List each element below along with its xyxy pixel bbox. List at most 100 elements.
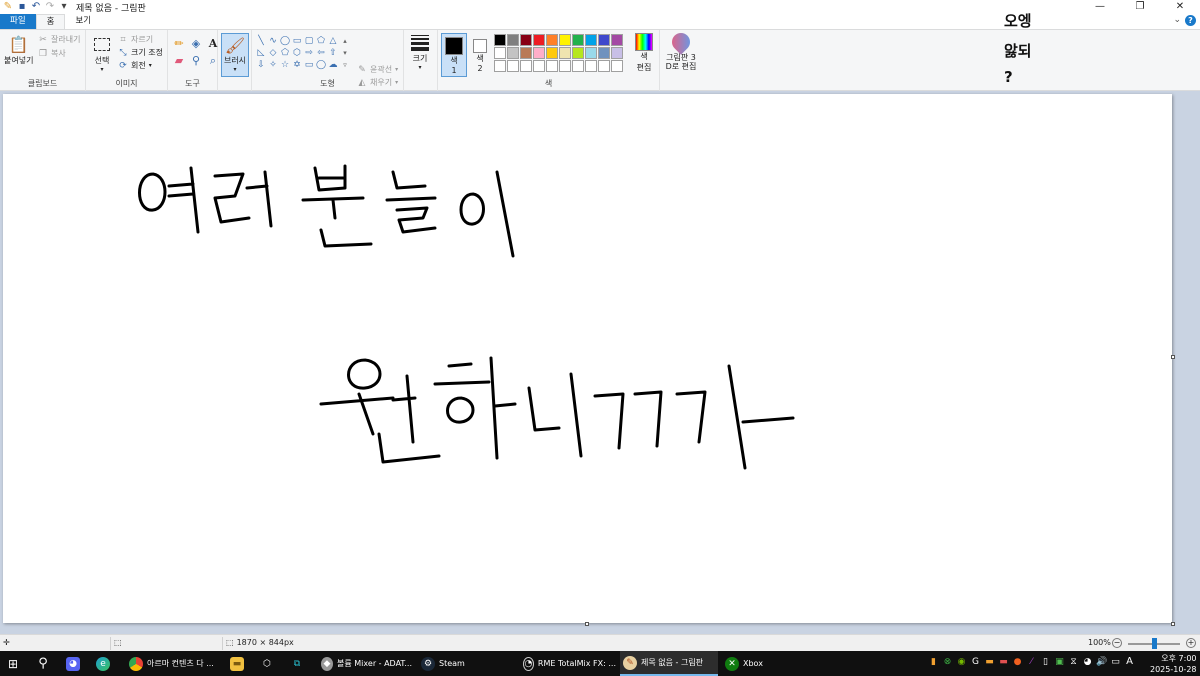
taskbar-volume-mixer[interactable]: ◆ 볼륨 Mixer - ADAT... <box>318 651 412 676</box>
start-button[interactable]: ⊞ <box>6 651 20 676</box>
search-button[interactable]: ⚲ <box>36 651 50 676</box>
hexagon-shape-icon[interactable]: ⬡ <box>292 48 302 58</box>
palette-swatch[interactable] <box>598 47 610 59</box>
tray-xbox-icon[interactable]: ⊗ <box>942 656 953 668</box>
callout-cloud-shape-icon[interactable]: ☁ <box>328 60 338 70</box>
palette-swatch[interactable] <box>585 60 597 72</box>
minimize-button[interactable]: — <box>1080 0 1120 14</box>
size-button[interactable]: 크기 ▾ <box>409 35 431 71</box>
zoom-in-button[interactable]: + <box>1186 638 1196 648</box>
taskbar-chrome[interactable]: 아르마 컨텐츠 다 ... <box>126 651 220 676</box>
outline-button[interactable]: ✎ 윤곽선 ▾ <box>357 64 398 75</box>
palette-swatch[interactable] <box>611 34 623 46</box>
curve-shape-icon[interactable]: ∿ <box>268 36 278 46</box>
palette-swatch[interactable] <box>559 34 571 46</box>
save-icon[interactable]: ▪ <box>16 1 28 13</box>
palette-swatch[interactable] <box>520 34 532 46</box>
palette-swatch[interactable] <box>598 34 610 46</box>
palette-swatch[interactable] <box>494 34 506 46</box>
more-shapes-icon[interactable]: ▿ <box>340 60 350 70</box>
tab-view[interactable]: 보기 <box>65 14 101 29</box>
palette-swatch[interactable] <box>585 47 597 59</box>
undo-icon[interactable]: ↶ <box>30 1 42 13</box>
taskbar-steam[interactable]: ⚙ Steam <box>418 651 512 676</box>
arrow-left-shape-icon[interactable]: ⇦ <box>316 48 326 58</box>
palette-swatch[interactable] <box>585 34 597 46</box>
tray-g-icon[interactable]: G <box>970 656 981 668</box>
crop-button[interactable]: ⌗ 자르기 <box>118 34 153 45</box>
palette-swatch[interactable] <box>559 47 571 59</box>
line-shape-icon[interactable]: ╲ <box>256 36 266 46</box>
resize-handle-right[interactable] <box>1171 355 1175 359</box>
redo-icon[interactable]: ↷ <box>44 1 56 13</box>
taskbar-app-cube[interactable]: ⬡ <box>260 651 274 676</box>
tray-flag-icon[interactable]: ▬ <box>984 656 995 668</box>
taskbar-app-teal[interactable]: ⧉ <box>290 651 304 676</box>
tray-pen-icon[interactable]: ⁄ <box>1026 656 1037 668</box>
four-point-star-shape-icon[interactable]: ✧ <box>268 60 278 70</box>
tray-green-box-icon[interactable]: ▣ <box>1054 656 1065 668</box>
pentagon-shape-icon[interactable]: ⬠ <box>280 48 290 58</box>
arrow-down-shape-icon[interactable]: ⇩ <box>256 60 266 70</box>
customize-quick-access[interactable]: ▾ <box>58 1 70 13</box>
tray-ime-indicator[interactable]: A <box>1124 656 1135 668</box>
callout-rect-shape-icon[interactable]: ▭ <box>304 60 314 70</box>
palette-swatch[interactable] <box>520 47 532 59</box>
rotate-button[interactable]: ⟳ 회전 ▾ <box>118 60 152 71</box>
palette-swatch[interactable] <box>494 47 506 59</box>
arrow-right-shape-icon[interactable]: ⇨ <box>304 48 314 58</box>
resize-handle-bottom[interactable] <box>585 622 589 626</box>
palette-swatch[interactable] <box>507 47 519 59</box>
taskbar-discord[interactable]: ◕ <box>66 651 80 676</box>
close-button[interactable]: ✕ <box>1160 0 1200 14</box>
rounded-rectangle-shape-icon[interactable]: ▢ <box>304 36 314 46</box>
restore-button[interactable]: ❐ <box>1120 0 1160 14</box>
palette-swatch[interactable] <box>507 60 519 72</box>
taskbar-clock[interactable]: 오후 7:00 2025-10-28 <box>1150 653 1197 675</box>
help-icon[interactable]: ? <box>1185 15 1196 26</box>
tray-orange-icon[interactable]: ● <box>1012 656 1023 668</box>
drawing-canvas[interactable] <box>3 94 1172 623</box>
cut-button[interactable]: ✂ 잘라내기 <box>38 34 80 45</box>
diamond-shape-icon[interactable]: ◇ <box>268 48 278 58</box>
zoom-out-button[interactable]: − <box>1112 638 1122 648</box>
color-picker-icon[interactable]: ⚲ <box>189 55 203 67</box>
palette-swatch[interactable] <box>546 34 558 46</box>
palette-swatch[interactable] <box>546 60 558 72</box>
oval-shape-icon[interactable]: ◯ <box>280 36 290 46</box>
palette-swatch[interactable] <box>611 60 623 72</box>
palette-swatch[interactable] <box>546 47 558 59</box>
palette-swatch[interactable] <box>533 47 545 59</box>
tray-usb-icon[interactable]: ▯ <box>1040 656 1051 668</box>
tab-home[interactable]: 홈 <box>35 14 66 29</box>
brushes-button[interactable]: 🖌 브러시 ▾ <box>221 33 249 77</box>
tray-app-icon[interactable]: ▮ <box>928 656 939 668</box>
triangle-shape-icon[interactable]: △ <box>328 36 338 46</box>
taskbar-xbox[interactable]: ✕ Xbox <box>722 651 802 676</box>
resize-handle-corner[interactable] <box>1171 622 1175 626</box>
tray-color-icon[interactable]: ▬ <box>998 656 1009 668</box>
tray-volume-icon[interactable]: 🔊 <box>1096 656 1107 668</box>
tray-steam-icon[interactable]: ◕ <box>1082 656 1093 668</box>
palette-swatch[interactable] <box>533 60 545 72</box>
palette-swatch[interactable] <box>533 34 545 46</box>
palette-swatch[interactable] <box>572 60 584 72</box>
callout-oval-shape-icon[interactable]: ◯ <box>316 60 326 70</box>
eraser-icon[interactable]: ▰ <box>172 55 186 67</box>
taskbar-paint[interactable]: ✎ 제목 없음 - 그림판 <box>620 651 718 676</box>
six-point-star-shape-icon[interactable]: ✡ <box>292 60 302 70</box>
collapse-ribbon-icon[interactable]: ⌄ <box>1173 15 1181 26</box>
fill-button[interactable]: ◭ 채우기 ▾ <box>357 77 399 88</box>
fill-bucket-icon[interactable]: ◈ <box>189 38 203 50</box>
tab-file[interactable]: 파일 <box>0 14 36 29</box>
color1-button[interactable]: 색 1 <box>441 33 467 77</box>
edit-colors-button[interactable]: 색 편집 <box>633 33 655 73</box>
select-button[interactable]: 선택 ▾ <box>91 33 113 73</box>
pencil-icon[interactable]: ✏ <box>172 38 186 50</box>
paste-button[interactable]: 📋 붙여넣기 <box>4 33 33 66</box>
scroll-down-icon[interactable]: ▾ <box>340 48 350 58</box>
palette-swatch[interactable] <box>611 47 623 59</box>
tray-nvidia-icon[interactable]: ◉ <box>956 656 967 668</box>
taskbar-edge[interactable]: e <box>96 651 110 676</box>
palette-swatch[interactable] <box>572 34 584 46</box>
